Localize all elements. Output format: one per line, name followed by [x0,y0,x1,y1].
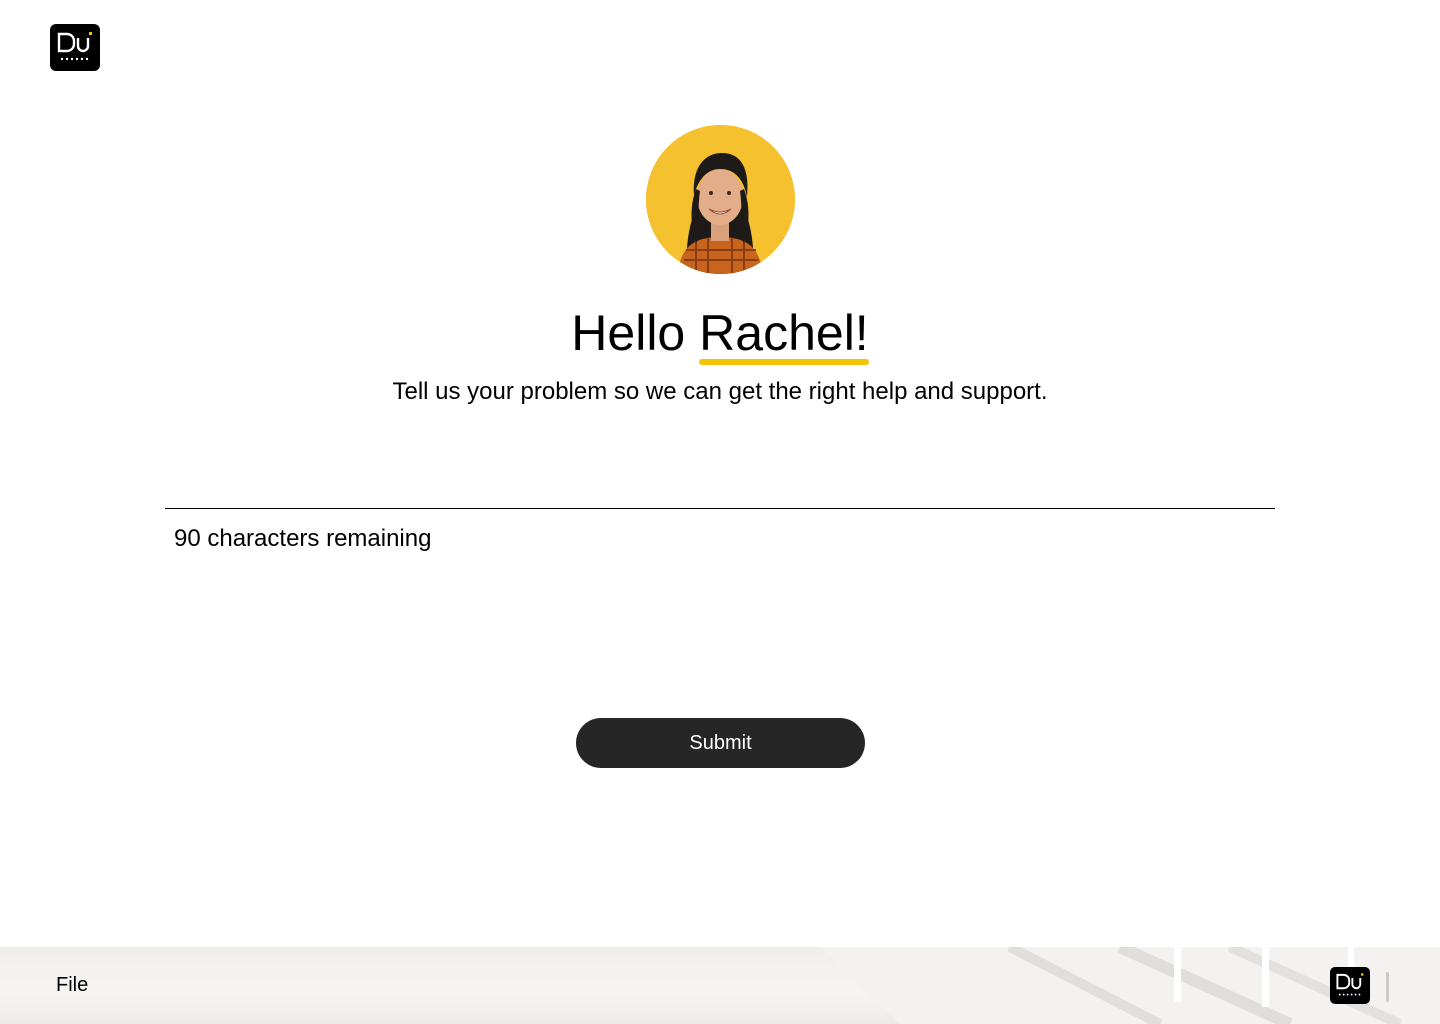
dg-logo-icon[interactable] [1330,967,1370,1004]
file-menu[interactable]: File [56,973,88,997]
char-count: 90 characters remaining [174,525,432,552]
name-underline [699,359,869,365]
greeting-prefix: Hello [571,305,686,361]
page-subtitle: Tell us your problem so we can get the r… [392,378,1048,405]
problem-input[interactable] [165,460,1275,509]
greeting-heading: Hello Rachel! [0,303,1440,365]
greeting-name: Rachel! [699,303,869,365]
submit-button[interactable]: Submit [576,718,865,768]
user-avatar [646,125,795,274]
scroll-handle[interactable] [1386,972,1389,1002]
footer-bar: File [0,947,1440,1024]
footer-background-image [820,947,1440,1024]
dg-logo-icon[interactable] [50,24,100,71]
greeting-name-text: Rachel! [699,305,869,361]
